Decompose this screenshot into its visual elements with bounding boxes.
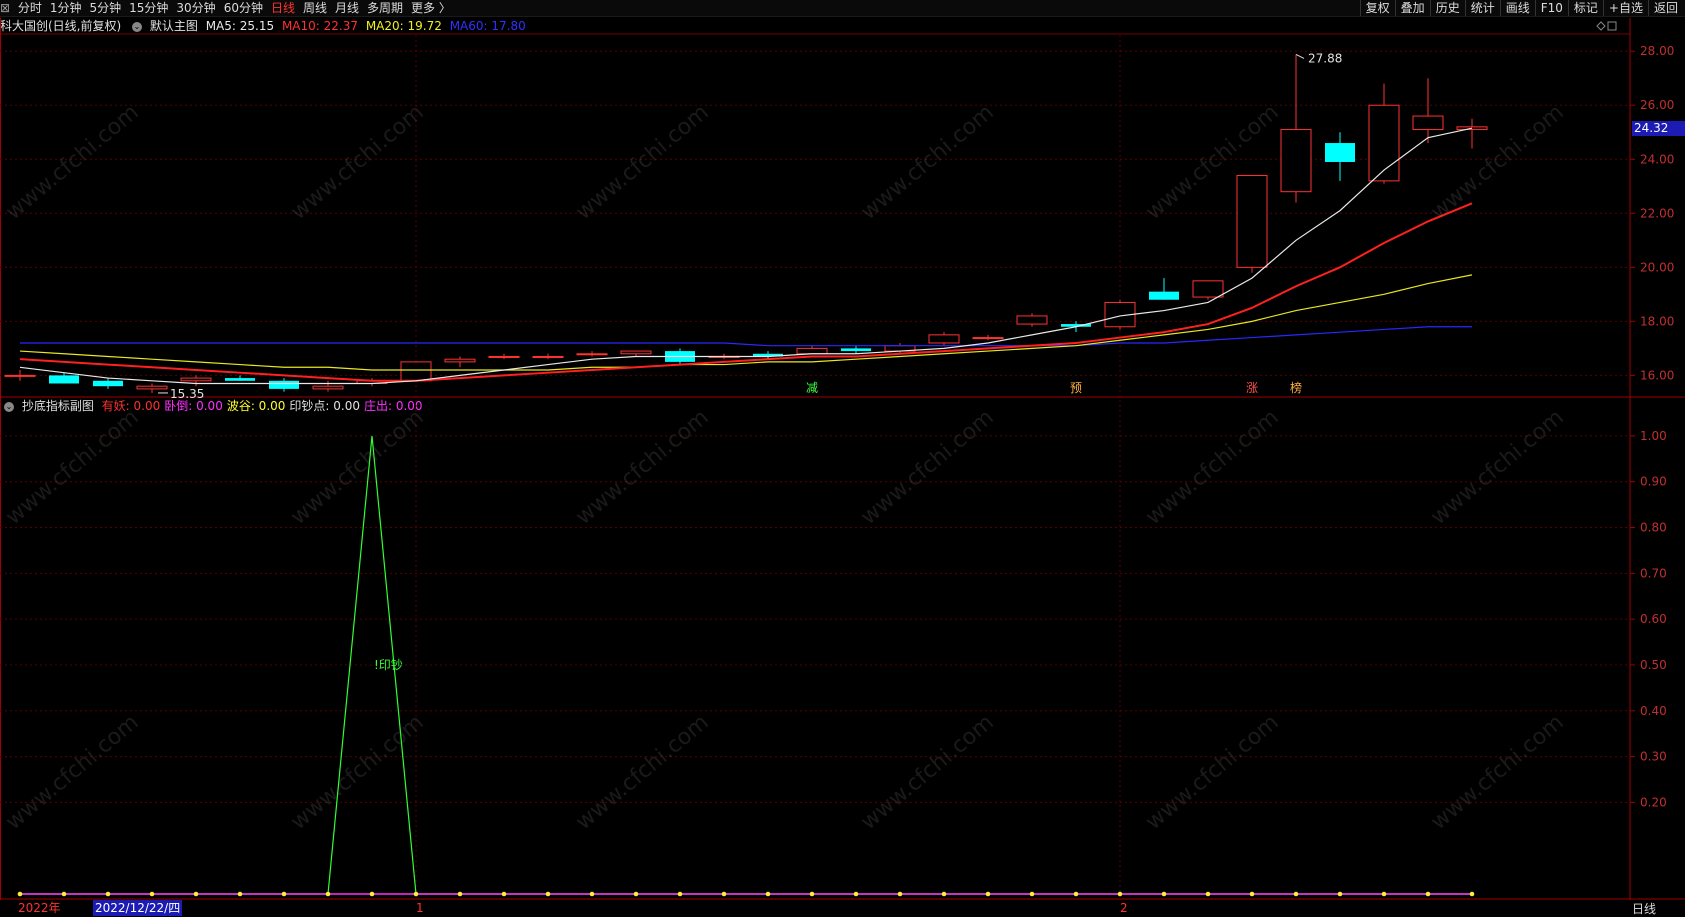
indicator-dot [1029,891,1035,897]
candle-body [620,350,652,355]
date-axis: 2022年 2022/12/22/四 1 2 [0,900,1685,916]
indicator-tick-label: 0.70 [1640,566,1667,580]
indicator-dot [1381,891,1387,897]
candle-body [136,385,168,390]
candle-body [312,385,344,390]
indicator-dot [721,891,727,897]
candle-body [1280,129,1312,193]
indicator-dot [1073,891,1079,897]
indicator-dot [61,891,67,897]
indicator-tick-label: 0.60 [1640,612,1667,626]
candle-body [400,361,432,382]
high-marker-arrow [1295,54,1305,59]
price-tick-label: 18.00 [1640,314,1674,328]
cursor-date: 2022/12/22/四 [93,900,183,916]
candle-body [444,358,476,363]
chart-canvas[interactable]: 28.00 26.00 24.00 22.00 20.00 18.00 16.00 1.00 0… [0,0,1685,900]
month-label-1: 1 [416,901,424,915]
indicator-dot [985,891,991,897]
indicator-dot [853,891,859,897]
candle-body [972,337,1004,340]
current-price-tag: 24.32 [1632,121,1685,136]
indicator-tick-label: 0.80 [1640,521,1667,535]
signal-label: 减 [806,381,818,395]
year-label: 2022年 [18,901,61,915]
indicator-dot [193,891,199,897]
indicator-dot [897,891,903,897]
ma20-line [19,274,1473,371]
candle-body [532,355,564,358]
price-tick-label: 20.00 [1640,260,1674,274]
candle-body [1412,115,1444,131]
indicator-dot [1249,891,1255,897]
candle-body [796,347,828,355]
indicator-dot [633,891,639,897]
indicator-tick-label: 0.40 [1640,704,1667,718]
candle-body [269,380,299,389]
maximize-icon [1607,21,1617,31]
price-tick-label: 26.00 [1640,98,1674,112]
price-tick-label: 22.00 [1640,206,1674,220]
candle-body [928,334,960,344]
indicator-tick-label: 0.90 [1640,475,1667,489]
candle-body [93,380,123,387]
price-tick-label: 28.00 [1640,44,1674,58]
indicator-dot [457,891,463,897]
indicator-annotation: !印钞 [374,657,403,672]
diamond-icon [1596,21,1606,31]
indicator-dot [677,891,683,897]
indicator-dot [325,891,331,897]
indicator-dot [413,891,419,897]
signal-label: 榜 [1290,380,1302,395]
period-indicator[interactable]: 日线 [1632,900,1656,917]
indicator-dot [149,891,155,897]
indicator-dot [765,891,771,897]
candle-body [488,355,520,358]
candle-body [576,353,608,356]
ma60-line [20,326,1472,347]
signal-label: 涨 [1246,380,1258,395]
indicator-dot [281,891,287,897]
indicator-dot [369,891,375,897]
indicator-dot [589,891,595,897]
candle-body [1236,174,1268,268]
indicator-dot [1161,891,1167,897]
indicator-tick-label: 0.50 [1640,658,1667,672]
candle-body [1016,315,1048,325]
candle-body [1192,280,1224,298]
price-tick-label: 16.00 [1640,368,1674,382]
candle-body [4,374,36,377]
indicator-tick-label: 0.30 [1640,750,1667,764]
month-label-2: 2 [1120,901,1128,915]
candle-body [180,377,212,382]
indicator-dot [809,891,815,897]
indicator-dot [237,891,243,897]
candle-body [1325,143,1355,162]
indicator-dot [941,891,947,897]
price-tick-label: 24.00 [1640,152,1674,166]
candle-body [225,378,255,381]
candle-body [1149,291,1179,300]
indicator-dot [1205,891,1211,897]
indicator-dot [545,891,551,897]
indicator-dot [1337,891,1343,897]
indicator-dot [1425,891,1431,897]
indicator-dot [17,891,23,897]
candle-body [841,348,871,352]
indicator-dot [501,891,507,897]
indicator-tick-label: 1.00 [1640,429,1667,443]
indicator-tick-label: 0.20 [1640,795,1667,809]
high-marker-label: 27.88 [1308,51,1342,65]
indicator-dot [105,891,111,897]
signal-label: 预 [1070,381,1082,395]
indicator-dot [1293,891,1299,897]
low-marker-label: 15.35 [170,387,204,401]
indicator-dot [1117,891,1123,897]
indicator-dot [1469,891,1475,897]
candle-body [49,375,79,384]
